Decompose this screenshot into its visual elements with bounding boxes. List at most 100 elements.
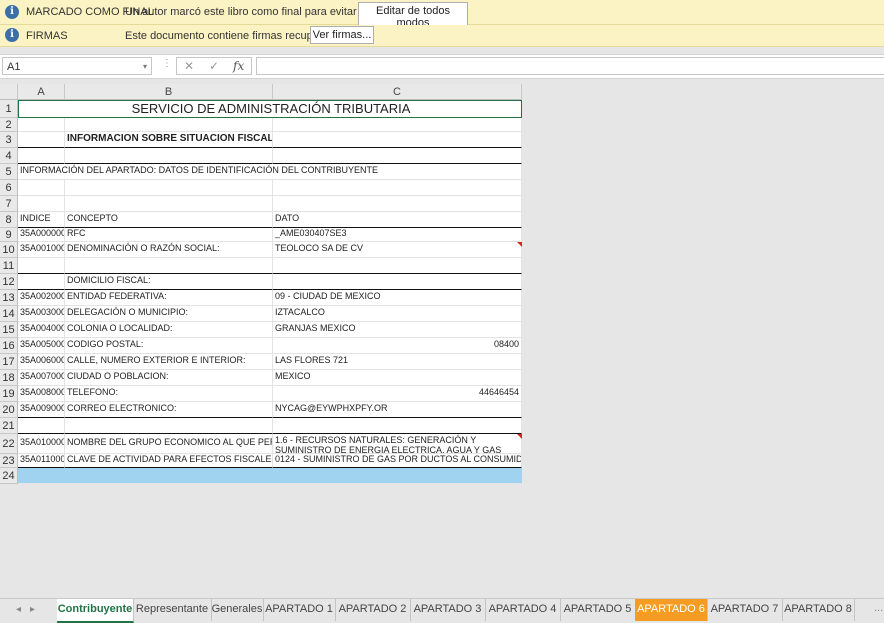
cell-b[interactable] <box>65 258 273 274</box>
cell-a[interactable]: 35A001000 <box>18 242 65 258</box>
row-header[interactable]: 18 <box>0 370 18 386</box>
cell-b[interactable]: INFORMACION SOBRE SITUACION FISCAL 2017 <box>65 132 273 148</box>
column-header-b[interactable]: B <box>65 84 273 100</box>
row-header[interactable]: 21 <box>0 418 18 434</box>
row-header[interactable]: 22 <box>0 434 18 454</box>
cell-b[interactable]: TELEFONO: <box>65 386 273 402</box>
row-header[interactable]: 8 <box>0 212 18 228</box>
cell-c[interactable]: LAS FLORES 721 <box>273 354 522 370</box>
cell-a[interactable] <box>18 418 65 434</box>
row-header[interactable]: 4 <box>0 148 18 164</box>
more-options-icon[interactable]: ⋮ <box>162 58 172 69</box>
cell-b[interactable] <box>65 118 273 132</box>
select-all-corner[interactable] <box>0 84 18 100</box>
row-header[interactable]: 11 <box>0 258 18 274</box>
sheet-tab[interactable]: Generales <box>211 599 264 621</box>
sheet-tab[interactable]: APARTADO 6 <box>635 599 708 621</box>
comment-indicator[interactable] <box>517 434 522 439</box>
cell-a[interactable] <box>18 118 65 132</box>
cell-b[interactable]: DOMICILIO FISCAL: <box>65 274 273 290</box>
cell-c[interactable]: IZTACALCO <box>273 306 522 322</box>
row-header[interactable]: 20 <box>0 402 18 418</box>
cell-b[interactable]: ENTIDAD FEDERATIVA: <box>65 290 273 306</box>
cell-a[interactable] <box>18 196 65 212</box>
cell-c[interactable]: _AME030407SE3 <box>273 228 522 242</box>
cell-c[interactable]: 08400 <box>273 338 522 354</box>
cell-c[interactable]: TEOLOCO SA DE CV <box>273 242 522 258</box>
row-header[interactable]: 17 <box>0 354 18 370</box>
cell-c[interactable]: MEXICO <box>273 370 522 386</box>
sheet-tab[interactable]: APARTADO 2 <box>335 599 411 621</box>
cell-b[interactable]: CONCEPTO <box>65 212 273 228</box>
row-header[interactable]: 9 <box>0 228 18 242</box>
row-header[interactable]: 24 <box>0 468 18 484</box>
formula-input[interactable] <box>256 57 884 75</box>
cell-b[interactable]: DELEGACIÓN O MUNICIPIO: <box>65 306 273 322</box>
row-header[interactable]: 1 <box>0 100 18 118</box>
sheet-tab[interactable]: APARTADO 1 <box>263 599 336 621</box>
cell-a[interactable]: 35A008000 <box>18 386 65 402</box>
cell-b[interactable]: NOMBRE DEL GRUPO ECONOMICO AL QUE PERTEN… <box>65 434 273 454</box>
cell-a[interactable] <box>18 180 65 196</box>
view-signatures-button[interactable]: Ver firmas... <box>310 26 374 44</box>
row-header[interactable]: 3 <box>0 132 18 148</box>
cell-c[interactable] <box>273 148 522 164</box>
cell-c[interactable] <box>273 180 522 196</box>
sheet-tab[interactable]: APARTADO 5 <box>560 599 636 621</box>
comment-indicator[interactable] <box>517 242 522 247</box>
cell-c[interactable]: DATO <box>273 212 522 228</box>
sheet-tab[interactable]: Contribuyente <box>57 599 134 623</box>
cell-b[interactable] <box>65 148 273 164</box>
name-box-dropdown-icon[interactable]: ▾ <box>143 58 147 76</box>
row-header[interactable]: 19 <box>0 386 18 402</box>
enter-icon[interactable]: ✓ <box>209 59 219 73</box>
cell-b[interactable]: CALLE, NUMERO EXTERIOR E INTERIOR: <box>65 354 273 370</box>
cell-b[interactable]: DENOMINACIÓN O RAZÓN SOCIAL: <box>65 242 273 258</box>
name-box[interactable]: A1 ▾ <box>2 57 152 75</box>
cell-b[interactable] <box>65 418 273 434</box>
cell-a[interactable] <box>18 132 65 148</box>
cell-c[interactable] <box>273 274 522 290</box>
cell-a[interactable] <box>18 148 65 164</box>
column-header-a[interactable]: A <box>18 84 65 100</box>
cell-a[interactable]: 35A003000 <box>18 306 65 322</box>
row-header[interactable]: 16 <box>0 338 18 354</box>
cell-c[interactable]: 09 - CIUDAD DE MEXICO <box>273 290 522 306</box>
cell-b[interactable]: CIUDAD O POBLACION: <box>65 370 273 386</box>
cell-b[interactable]: CODIGO POSTAL: <box>65 338 273 354</box>
cell-b[interactable]: CLAVE DE ACTIVIDAD PARA EFECTOS FISCALES… <box>65 454 273 468</box>
insert-function-icon[interactable]: fx <box>233 59 244 73</box>
cell-a[interactable]: 35A000000 <box>18 228 65 242</box>
selected-row[interactable] <box>18 468 522 484</box>
cell-c[interactable] <box>273 258 522 274</box>
cell-c[interactable]: 0124 - SUMINISTRO DE GAS POR DUCTOS AL C… <box>273 454 522 468</box>
cell-b[interactable]: CORREO ELECTRONICO: <box>65 402 273 418</box>
cell-a[interactable] <box>18 274 65 290</box>
cell-c[interactable]: NYCAG@EYWPHXPFY.OR <box>273 402 522 418</box>
row-header[interactable]: 23 <box>0 454 18 468</box>
cell-a[interactable]: INFORMACIÓN DEL APARTADO: DATOS DE IDENT… <box>18 164 522 180</box>
column-header-c[interactable]: C <box>273 84 522 100</box>
sheet-tab[interactable]: APARTADO 8 <box>782 599 855 621</box>
cell-a[interactable]: 35A007000 <box>18 370 65 386</box>
scroll-tabs-left-icon[interactable]: ◂ <box>16 604 21 615</box>
row-header[interactable]: 2 <box>0 118 18 132</box>
cell-b[interactable]: COLONIA O LOCALIDAD: <box>65 322 273 338</box>
sheet-tab[interactable]: Representante <box>133 599 212 621</box>
row-header[interactable]: 13 <box>0 290 18 306</box>
cell-c[interactable]: GRANJAS MEXICO <box>273 322 522 338</box>
cell-a[interactable]: 35A010000 <box>18 434 65 454</box>
cell-a[interactable]: 35A005000 <box>18 338 65 354</box>
cell-c[interactable] <box>273 132 522 148</box>
row-header[interactable]: 5 <box>0 164 18 180</box>
row-header[interactable]: 6 <box>0 180 18 196</box>
title-cell[interactable]: SERVICIO DE ADMINISTRACIÓN TRIBUTARIA <box>18 100 522 118</box>
cell-a[interactable]: 35A002000 <box>18 290 65 306</box>
row-header[interactable]: 15 <box>0 322 18 338</box>
cell-a[interactable]: INDICE <box>18 212 65 228</box>
cell-a[interactable]: 35A009000 <box>18 402 65 418</box>
cell-a[interactable]: 35A006000 <box>18 354 65 370</box>
cell-a[interactable]: 35A011000 <box>18 454 65 468</box>
cell-c[interactable] <box>273 196 522 212</box>
cell-c[interactable] <box>273 418 522 434</box>
